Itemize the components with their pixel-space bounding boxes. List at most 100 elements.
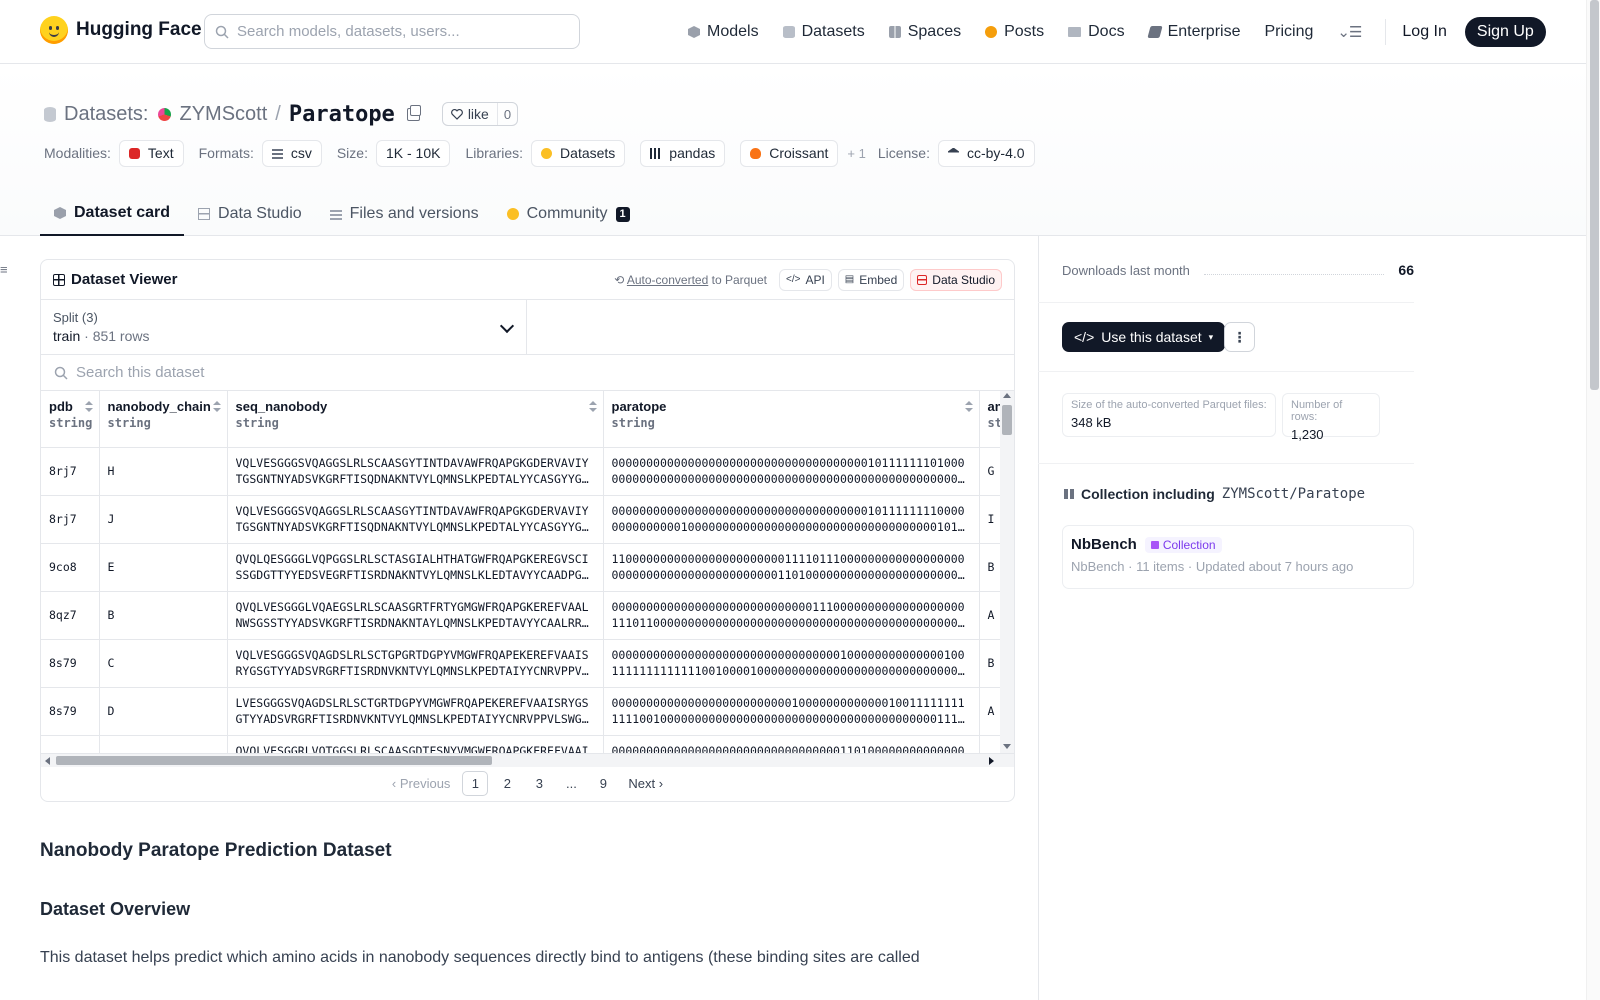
embed-button[interactable]: ▤ Embed (837, 268, 905, 291)
page-scrollbar[interactable] (1586, 0, 1600, 1000)
table-cell[interactable]: 0000000000000000000000000000000000000101… (603, 495, 980, 544)
nav-docs[interactable]: Docs (1068, 23, 1125, 41)
collection-card[interactable]: NbBench Collection NbBench · 11 items · … (1062, 525, 1414, 589)
global-search[interactable] (204, 14, 580, 49)
table-cell[interactable]: B (99, 591, 228, 640)
page-button[interactable]: 1 (462, 771, 489, 796)
next-page-button[interactable]: Next › (622, 771, 669, 796)
table-cell[interactable]: H (99, 447, 228, 496)
table-cell[interactable]: J (99, 495, 228, 544)
data-studio-button[interactable]: Data Studio (910, 268, 1002, 291)
nav-spaces[interactable]: Spaces (888, 23, 961, 41)
table-vertical-scrollbar[interactable] (1000, 391, 1014, 753)
table-cell[interactable]: VQLVESGGGSVQAGGSLRLSCAASGYTINTDAVAWFRQAP… (227, 495, 604, 544)
table-cell[interactable] (99, 735, 228, 753)
table-cell[interactable]: 8s79 (41, 639, 100, 688)
dataset-viewer: Dataset Viewer ⟲ Auto-converted to Parqu… (40, 259, 1015, 802)
repo-owner-link[interactable]: ZYMScott (179, 103, 267, 126)
table-row[interactable]: 8rj7 H VQLVESGGGSVQAGGSLRLSCAASGYTINTDAVAW… (41, 447, 1014, 496)
table-cell[interactable]: 9co8 (41, 543, 100, 592)
table-cell[interactable]: 0000000000000000000000000010000000000000… (603, 687, 980, 736)
use-this-dataset-button[interactable]: </> Use this dataset ▾ (1062, 322, 1226, 352)
table-cell[interactable]: QVQLQESGGGLVQPGGSLRLSCTASGIALHTHATGWFRQA… (227, 543, 604, 592)
nav-enterprise[interactable]: Enterprise (1146, 23, 1240, 41)
tag-croissant[interactable]: Croissant (740, 139, 839, 167)
table-row[interactable]: 8rj7 J VQLVESGGGSVQAGGSLRLSCAASGYTINTDAVAW… (41, 495, 1014, 544)
cell-value: 1100000000000000000000000111101110000000… (611, 552, 965, 582)
tag-license[interactable]: cc-by-4.0 (937, 139, 1035, 167)
copy-icon[interactable] (406, 104, 421, 121)
brand-home-link[interactable]: Hugging Face (40, 16, 202, 44)
repo-type-label[interactable]: Datasets: (64, 103, 148, 126)
table-row[interactable]: 8s79 C VQLVESGGGSVQAGDSLRLSCTGPGRTDGPYVMGW… (41, 639, 1014, 688)
table-cell[interactable]: 8s79 (41, 687, 100, 736)
sort-icon[interactable] (964, 401, 973, 413)
repo-name[interactable]: Paratope (289, 102, 395, 127)
table-row[interactable]: 9co8 E QVQLQESGGGLVQPGGSLRLSCTASGIALHTHATG… (41, 543, 1014, 592)
tag-csv[interactable]: csv (261, 139, 322, 167)
dataset-search-input[interactable] (76, 364, 676, 381)
table-cell[interactable]: 8rj7 (41, 447, 100, 496)
table-cell[interactable]: VQLVESGGGSVQAGGSLRLSCAASGYTINTDAVAWFRQAP… (227, 447, 604, 496)
api-button[interactable]: </> API (778, 268, 832, 291)
table-cell[interactable]: LVESGGGSVQAGDSLRLSCTGRTDGPYVMGWFRQAPEKER… (227, 687, 604, 736)
tab-files-and-versions[interactable]: Files and versions (316, 192, 493, 236)
tab-community[interactable]: Community 1 (493, 192, 644, 236)
table-cell[interactable]: 0000000000000000000000000000000001101000… (603, 735, 980, 753)
global-search-input[interactable] (237, 23, 557, 40)
column-header-paratope[interactable]: paratope string (603, 391, 980, 448)
sort-icon[interactable] (84, 401, 93, 413)
table-cell[interactable]: 0000000000000000000000000000000001000000… (603, 639, 980, 688)
table-cell[interactable]: 8qz7 (41, 591, 100, 640)
table-cell[interactable]: D (99, 687, 228, 736)
nav-models[interactable]: Models (688, 23, 759, 41)
nav-datasets[interactable]: Datasets (782, 23, 865, 41)
nav-posts[interactable]: Posts (985, 23, 1044, 41)
tag-datasets-lib[interactable]: Datasets (531, 139, 626, 167)
split-selector[interactable]: Split (3) train · 851 rows (41, 300, 527, 354)
tag-pandas[interactable]: pandas (640, 139, 726, 167)
table-cell[interactable]: VQLVESGGGSVQAGDSLRLSCTGPGRTDGPYVMGWFRQAP… (227, 639, 604, 688)
previous-page-button[interactable]: ‹ Previous (386, 771, 457, 796)
table-cell[interactable] (41, 735, 100, 753)
page-button[interactable]: 9 (590, 771, 616, 796)
sort-icon[interactable] (212, 401, 221, 413)
nav-pricing[interactable]: Pricing (1264, 23, 1313, 41)
code-icon: </> (1074, 329, 1095, 345)
tag-text[interactable]: Text (118, 139, 184, 167)
signup-button[interactable]: Sign Up (1464, 17, 1546, 47)
column-header-seq-nanobody[interactable]: seq_nanobody string (227, 391, 604, 448)
tag-size[interactable]: 1K - 10K (375, 139, 451, 167)
column-header-nanobody-chain[interactable]: nanobody_chain string (99, 391, 228, 448)
page-button[interactable]: 3 (526, 771, 552, 796)
owner-avatar[interactable] (158, 107, 172, 121)
like-count[interactable]: 0 (496, 103, 517, 125)
tab-data-studio[interactable]: Data Studio (184, 192, 316, 236)
more-menu-icon[interactable]: ⌄☰ (1337, 23, 1362, 41)
tab-dataset-card[interactable]: Dataset card (40, 192, 185, 236)
table-cell[interactable]: 0000000000000000000000000000000000000101… (603, 447, 980, 496)
login-link[interactable]: Log In (1402, 23, 1446, 41)
table-row[interactable]: QVQLVESGGRLVQTGGSLRLSCAASGDTFSNYVMGWFRQA… (41, 735, 1014, 753)
page-button[interactable]: 2 (494, 771, 520, 796)
size-label: Size: (336, 145, 368, 161)
table-horizontal-scrollbar[interactable] (41, 753, 1014, 767)
sort-icon[interactable] (588, 401, 597, 413)
toc-toggle-icon[interactable]: ≡ (0, 262, 10, 277)
formats-label: Formats: (198, 145, 254, 161)
table-cell[interactable]: C (99, 639, 228, 688)
column-header-pdb[interactable]: pdb string (41, 391, 100, 448)
table-row[interactable]: 8s79 D LVESGGGSVQAGDSLRLSCTGRTDGPYVMGWFRQA… (41, 687, 1014, 736)
table-cell[interactable]: 0000000000000000000000000000011100000000… (603, 591, 980, 640)
table-cell[interactable]: 8rj7 (41, 495, 100, 544)
table-row[interactable]: 8qz7 B QVQLVESGGGLVQAEGSLRLSCAASGRTFRTYGMG… (41, 591, 1014, 640)
auto-converted-link[interactable]: Auto-converted (627, 273, 708, 287)
dataset-search[interactable] (41, 355, 1014, 391)
more-options-icon[interactable]: ⋮ (1224, 322, 1255, 352)
table-cell[interactable]: E (99, 543, 228, 592)
table-cell[interactable]: QVQLVESGGGLVQAEGSLRLSCAASGRTFRTYGMGWFRQA… (227, 591, 604, 640)
table-cell[interactable]: 1100000000000000000000000111101110000000… (603, 543, 980, 592)
table-cell[interactable]: QVQLVESGGRLVQTGGSLRLSCAASGDTFSNYVMGWFRQA… (227, 735, 604, 753)
like-button[interactable]: like 0 (441, 102, 519, 126)
libraries-more[interactable]: + 1 (847, 146, 865, 161)
